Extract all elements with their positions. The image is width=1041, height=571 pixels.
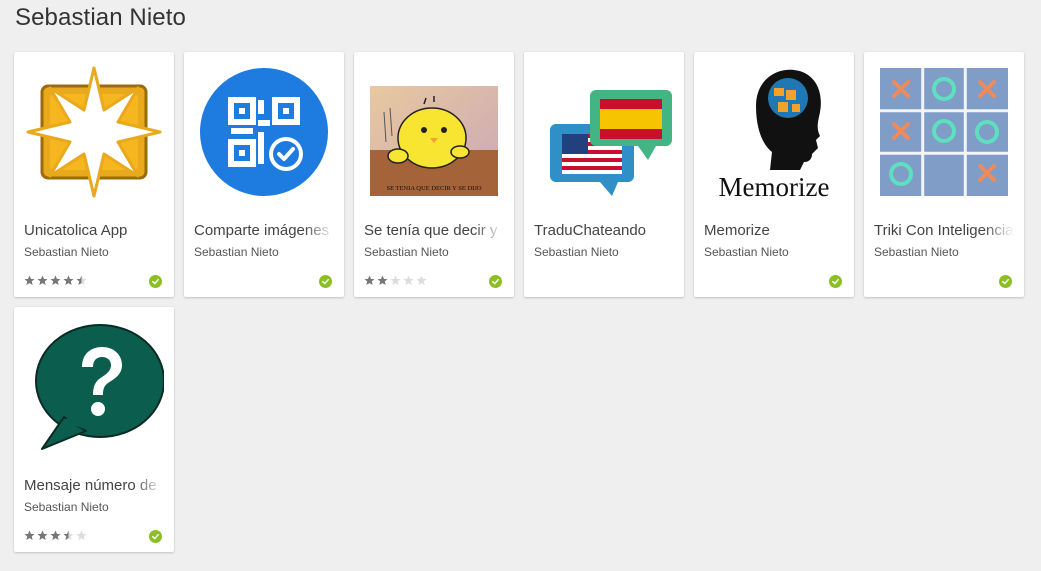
question-bubble-icon [24, 317, 164, 457]
app-developer[interactable]: Sebastian Nieto [24, 500, 109, 514]
installed-check-icon [829, 275, 842, 288]
app-developer[interactable]: Sebastian Nieto [364, 245, 449, 259]
puzzle-head-icon: Memorize [704, 62, 844, 202]
installed-check-icon [999, 275, 1012, 288]
app-card-mensaje-numero[interactable]: Mensaje número de Sebastian Nieto [14, 307, 174, 552]
app-title[interactable]: Unicatolica App [24, 222, 164, 239]
flags-chat-icon [534, 62, 674, 202]
star-icon [37, 530, 48, 540]
star-icon [63, 275, 74, 285]
qr-share-icon [194, 62, 334, 202]
app-card-triki[interactable]: Triki Con Inteligencia Sebastian Nieto [864, 52, 1024, 297]
app-title[interactable]: Mensaje número de [24, 477, 164, 494]
app-card-memorize[interactable]: Memorize Memorize Sebastian Nieto [694, 52, 854, 297]
app-developer[interactable]: Sebastian Nieto [534, 245, 619, 259]
app-developer[interactable]: Sebastian Nieto [24, 245, 109, 259]
app-title[interactable]: TraduChateando [534, 222, 674, 239]
app-card-comparte-imagenes[interactable]: Comparte imágenes Sebastian Nieto [184, 52, 344, 297]
star-icon [364, 275, 375, 285]
app-developer[interactable]: Sebastian Nieto [194, 245, 279, 259]
star-icon [390, 275, 401, 285]
star-icon [63, 530, 74, 540]
app-title[interactable]: Comparte imágenes [194, 222, 334, 239]
svg-text:Memorize: Memorize [719, 172, 830, 202]
installed-check-icon [489, 275, 502, 288]
page-title: Sebastian Nieto [15, 4, 186, 31]
app-card-unicatolica[interactable]: Unicatolica App Sebastian Nieto [14, 52, 174, 297]
unicatolica-star-icon [24, 62, 164, 202]
tic-tac-toe-icon [874, 62, 1014, 202]
star-rating [24, 530, 87, 542]
yellow-bird-meme-icon: SE TENIA QUE DECIR Y SE DIJO [364, 62, 504, 202]
star-icon [50, 275, 61, 285]
app-card-se-tenia-que-decir[interactable]: SE TENIA QUE DECIR Y SE DIJO Se tenía qu… [354, 52, 514, 297]
star-icon [377, 275, 388, 285]
app-developer[interactable]: Sebastian Nieto [704, 245, 789, 259]
app-developer[interactable]: Sebastian Nieto [874, 245, 959, 259]
star-icon [76, 275, 87, 285]
star-rating [364, 275, 427, 287]
installed-check-icon [149, 530, 162, 543]
star-icon [403, 275, 414, 285]
installed-check-icon [149, 275, 162, 288]
star-icon [416, 275, 427, 285]
installed-check-icon [319, 275, 332, 288]
star-rating [24, 275, 87, 287]
app-title[interactable]: Memorize [704, 222, 844, 239]
app-card-traduchateando[interactable]: TraduChateando Sebastian Nieto [524, 52, 684, 297]
star-icon [76, 530, 87, 540]
star-icon [24, 275, 35, 285]
svg-text:SE TENIA QUE DECIR Y SE DIJO: SE TENIA QUE DECIR Y SE DIJO [386, 185, 481, 192]
app-title[interactable]: Triki Con Inteligencia [874, 222, 1014, 239]
star-icon [50, 530, 61, 540]
app-title[interactable]: Se tenía que decir y se dijo [364, 222, 504, 239]
star-icon [37, 275, 48, 285]
star-icon [24, 530, 35, 540]
